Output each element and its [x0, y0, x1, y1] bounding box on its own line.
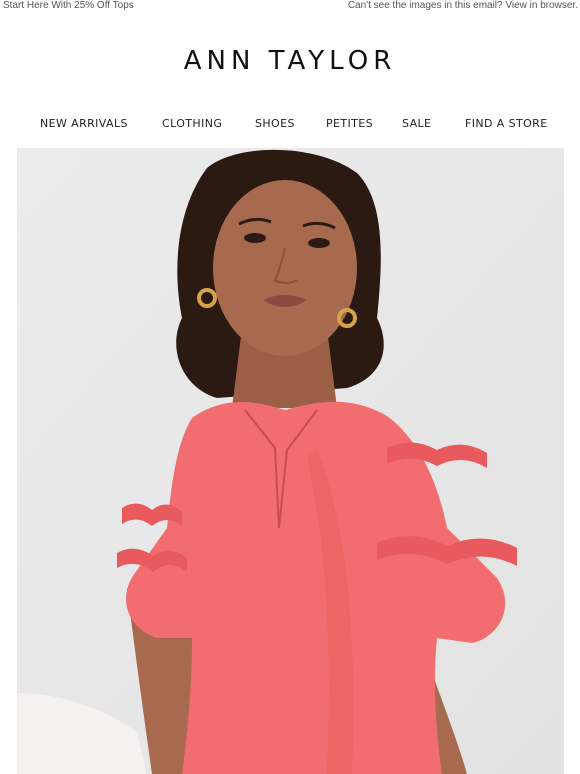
- preheader-bar: Start Here With 25% Off Tops Can't see t…: [0, 0, 580, 14]
- preheader-promo-link[interactable]: Start Here With 25% Off Tops: [3, 0, 134, 11]
- view-in-browser-link[interactable]: Can't see the images in this email? View…: [348, 0, 578, 11]
- nav-shoes[interactable]: SHOES: [255, 117, 295, 130]
- hero-image[interactable]: [17, 148, 564, 774]
- main-nav: NEW ARRIVALS CLOTHING SHOES PETITES SALE…: [0, 117, 580, 133]
- nav-find-a-store[interactable]: FIND A STORE: [465, 117, 548, 130]
- nav-new-arrivals[interactable]: NEW ARRIVALS: [40, 117, 128, 130]
- nav-petites[interactable]: PETITES: [326, 117, 373, 130]
- nav-clothing[interactable]: CLOTHING: [162, 117, 222, 130]
- brand-logo[interactable]: ANN TAYLOR: [0, 46, 580, 76]
- hero-model-illustration: [17, 148, 564, 774]
- nav-sale[interactable]: SALE: [402, 117, 431, 130]
